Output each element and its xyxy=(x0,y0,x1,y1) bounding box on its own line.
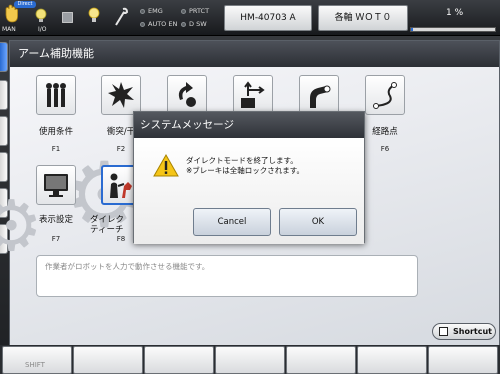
shortcut-icon xyxy=(439,327,448,336)
tool-icon[interactable] xyxy=(113,7,129,27)
warning-icon xyxy=(153,154,179,177)
shortcut-button[interactable]: Shortcut xyxy=(432,323,496,340)
direct-badge: Direct xyxy=(14,1,36,8)
system-message-dialog: システムメッセージ ダイレクトモードを終了します。 ※ブレーキは全軸ロックされま… xyxy=(133,111,365,244)
func-key-f6: F6 xyxy=(380,145,390,153)
axis-icon xyxy=(241,81,265,108)
robot-model-display[interactable]: HM-40703 A xyxy=(224,5,312,31)
path-icon xyxy=(373,82,397,109)
dialog-message-line-1: ダイレクトモードを終了します。 xyxy=(186,156,298,165)
emg-lamp-icon xyxy=(140,9,145,14)
auto-en-label: AUTO EN xyxy=(148,20,178,28)
func-button-rotation[interactable] xyxy=(167,75,207,115)
func-key-f1: F1 xyxy=(51,145,61,153)
func-button-arm[interactable] xyxy=(299,75,339,115)
fkey-5[interactable] xyxy=(286,346,356,374)
speed-fill xyxy=(411,28,413,31)
func-button-collision[interactable] xyxy=(101,75,141,115)
ok-button[interactable]: OK xyxy=(279,208,357,236)
monitor-icon xyxy=(44,174,68,197)
function-key-bar: SHIFT xyxy=(0,345,500,374)
collision-icon xyxy=(108,82,134,108)
prtct-indicator: PRTCT xyxy=(181,7,209,15)
func-label-display-settings: 表示設定 xyxy=(38,215,73,225)
func-button-path-points[interactable] xyxy=(365,75,405,115)
dsw-lamp-icon xyxy=(181,22,186,27)
direct-teach-icon xyxy=(110,173,132,198)
dialog-message-line-2: ※ブレーキは全軸ロックされます。 xyxy=(186,166,305,175)
dialog-title: システムメッセージ xyxy=(134,112,364,138)
func-key-f7: F7 xyxy=(51,235,61,243)
speed-label: 1 % xyxy=(446,8,464,18)
dsw-indicator: D SW xyxy=(181,20,207,28)
dsw-label: D SW xyxy=(189,20,207,28)
control-sticks-icon xyxy=(46,83,66,107)
axis-mode-display[interactable]: 各軸 ＷＯＴ０ xyxy=(318,5,408,31)
speed-bar[interactable] xyxy=(410,27,496,32)
mode-man-label: MAN xyxy=(2,26,16,33)
auto-en-lamp-icon xyxy=(140,22,145,27)
fkey-shift[interactable]: SHIFT xyxy=(2,346,72,374)
func-label-direct-teach-2: ティーチ xyxy=(90,225,124,235)
func-label-usage-conditions: 使用条件 xyxy=(38,127,73,137)
panel-title: アーム補助機能 xyxy=(10,41,499,67)
emg-label: EMG xyxy=(148,7,163,15)
mode-io-label: I/O xyxy=(38,26,47,33)
func-button-axis[interactable] xyxy=(233,75,273,115)
fkey-7[interactable] xyxy=(428,346,498,374)
shortcut-label: Shortcut xyxy=(453,327,492,336)
auto-en-indicator: AUTO EN xyxy=(140,20,177,28)
function-description: 作業者がロボットを人力で動作させる機能です。 xyxy=(36,255,418,297)
dialog-body: ダイレクトモードを終了します。 ※ブレーキは全軸ロックされます。 Cancel … xyxy=(134,138,364,244)
side-tab-3[interactable] xyxy=(0,116,8,146)
arm-icon xyxy=(310,85,331,108)
lamp-icon xyxy=(35,8,47,22)
status-bar: MAN Direct I/O EMG PRTCT AUTO EN D SW HM… xyxy=(0,0,500,36)
prtct-label: PRTCT xyxy=(189,7,210,15)
teach-pendant-screen: MAN Direct I/O EMG PRTCT AUTO EN D SW HM… xyxy=(0,0,500,374)
stop-icon[interactable] xyxy=(62,12,73,23)
func-button-usage-conditions[interactable] xyxy=(36,75,76,115)
fkey-3[interactable] xyxy=(144,346,214,374)
side-tab-4[interactable] xyxy=(0,152,8,182)
fkey-6[interactable] xyxy=(357,346,427,374)
fkey-2[interactable] xyxy=(73,346,143,374)
dialog-message: ダイレクトモードを終了します。 ※ブレーキは全軸ロックされます。 xyxy=(186,156,304,176)
func-button-display-settings[interactable] xyxy=(36,165,76,205)
bulb-icon[interactable] xyxy=(88,7,100,25)
emg-indicator: EMG xyxy=(140,7,163,15)
rotation-icon xyxy=(178,82,196,107)
side-tab-1[interactable] xyxy=(0,42,8,72)
cancel-button[interactable]: Cancel xyxy=(193,208,271,236)
side-tab-2[interactable] xyxy=(0,80,8,110)
fkey-shift-label: SHIFT xyxy=(25,361,45,369)
prtct-lamp-icon xyxy=(181,9,186,14)
fkey-4[interactable] xyxy=(215,346,285,374)
